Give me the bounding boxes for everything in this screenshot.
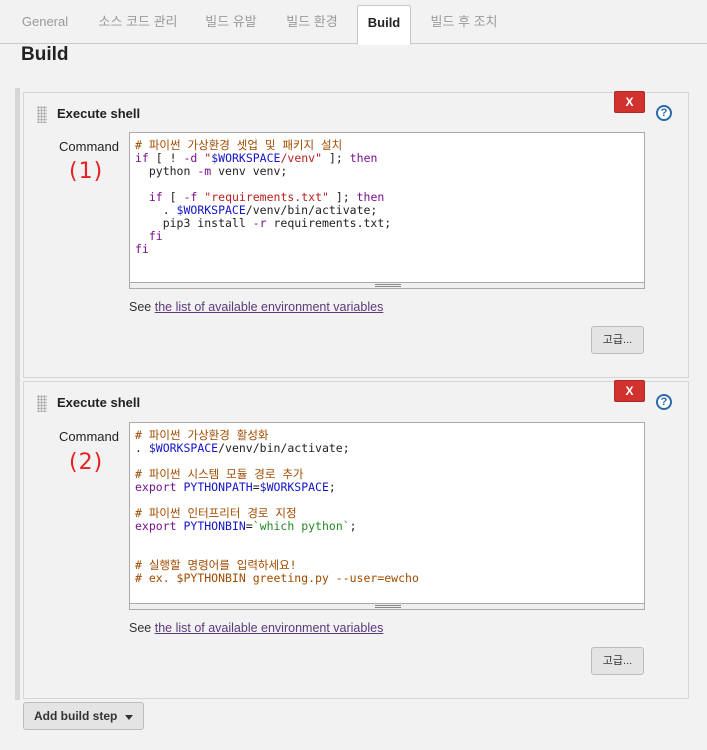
delete-step-button[interactable]: X xyxy=(614,91,645,113)
tab-build-environment[interactable]: 빌드 환경 xyxy=(274,5,350,38)
tab-build-triggers[interactable]: 빌드 유발 xyxy=(196,5,266,38)
advanced-button[interactable]: 고급... xyxy=(591,647,644,675)
tab-source-code-management[interactable]: 소스 코드 관리 xyxy=(88,5,188,38)
env-vars-link[interactable]: the list of available environment variab… xyxy=(155,621,384,635)
textarea-resize-handle[interactable] xyxy=(129,283,645,289)
tab-general[interactable]: General xyxy=(10,5,80,38)
command-textarea-1[interactable]: # 파이썬 가상환경 셋업 및 패키지 설치 if [ ! -d "$WORKSP… xyxy=(129,132,645,283)
env-vars-link[interactable]: the list of available environment variab… xyxy=(155,300,384,314)
command-label: Command xyxy=(59,429,119,444)
page-title: Build xyxy=(21,44,69,65)
step-title: Execute shell xyxy=(57,106,141,121)
delete-step-button[interactable]: X xyxy=(614,380,645,402)
see-text: See xyxy=(129,621,155,635)
grip-icon xyxy=(375,284,401,287)
help-icon[interactable]: ? xyxy=(656,105,672,121)
tab-post-build-actions[interactable]: 빌드 후 조치 xyxy=(420,5,508,38)
add-build-step-button[interactable]: Add build step xyxy=(23,702,144,730)
see-text: See xyxy=(129,300,155,314)
annotation-label: (2) xyxy=(69,450,104,475)
env-vars-hint: See the list of available environment va… xyxy=(129,621,383,635)
grip-icon xyxy=(375,605,401,608)
add-build-step-label: Add build step xyxy=(34,709,118,723)
drag-handle-icon[interactable] xyxy=(37,395,47,412)
tab-build[interactable]: Build xyxy=(357,5,411,45)
config-tabbar: General 소스 코드 관리 빌드 유발 빌드 환경 Build 빌드 후 … xyxy=(0,0,707,45)
annotation-label: (1) xyxy=(69,159,104,184)
advanced-button[interactable]: 고급... xyxy=(591,326,644,354)
chevron-down-icon xyxy=(125,715,133,720)
command-label: Command xyxy=(59,139,119,154)
textarea-resize-handle[interactable] xyxy=(129,604,645,610)
env-vars-hint: See the list of available environment va… xyxy=(129,300,383,314)
command-textarea-2[interactable]: # 파이썬 가상환경 활성화. $WORKSPACE/venv/bin/acti… xyxy=(129,422,645,604)
step-title: Execute shell xyxy=(57,395,141,410)
help-icon[interactable]: ? xyxy=(656,394,672,410)
drag-handle-icon[interactable] xyxy=(37,106,47,123)
